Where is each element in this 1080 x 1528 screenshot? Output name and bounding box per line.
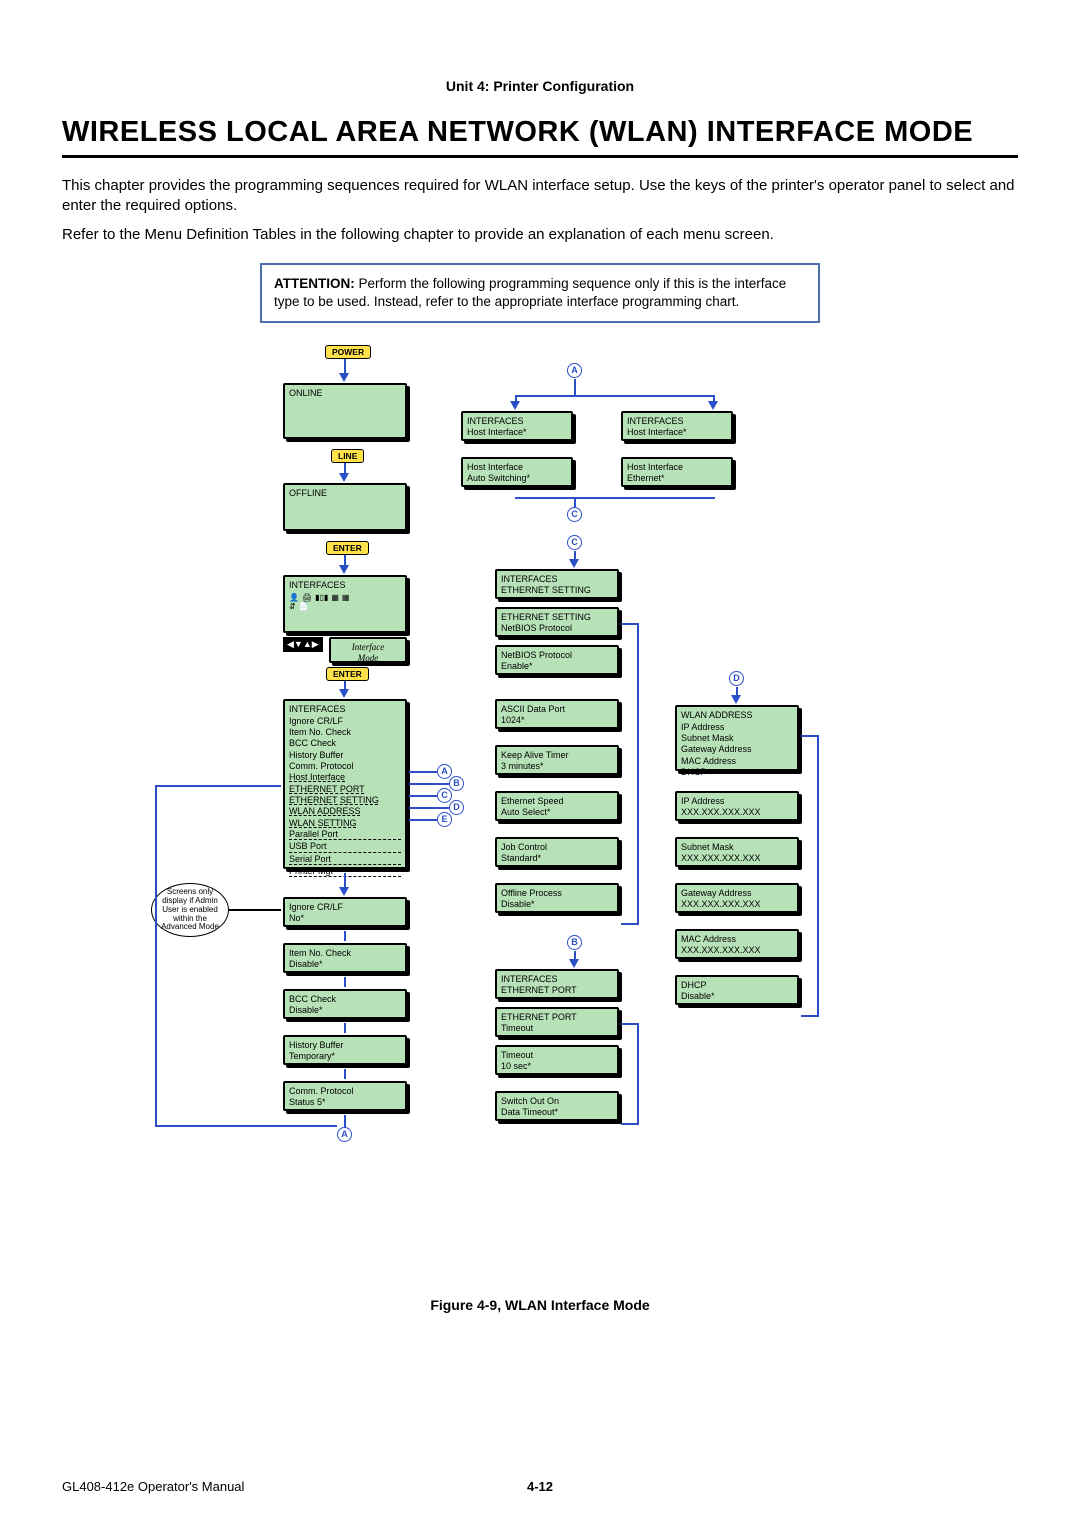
- circle-c-start: C: [567, 535, 582, 550]
- online-screen: ONLINE: [283, 383, 407, 439]
- b-ethport: ETHERNET PORTTimeout: [495, 1007, 619, 1037]
- page-icon: 📄: [299, 602, 309, 611]
- col2r-hostif-eth: Host InterfaceEthernet*: [621, 457, 733, 487]
- bcc-check-screen: BCC CheckDisable*: [283, 989, 407, 1019]
- d-dhcp: DHCPDisable*: [675, 975, 799, 1005]
- c-ascii: ASCII Data Port1024*: [495, 699, 619, 729]
- ignore-crlf-screen: Ignore CR/LFNo*: [283, 897, 407, 927]
- c-netbios: NetBIOS ProtocolEnable*: [495, 645, 619, 675]
- circle-a-ref: A: [437, 764, 452, 779]
- zpl-icon: ▦: [331, 593, 339, 602]
- enter-button-2: ENTER: [326, 667, 369, 681]
- history-buffer-screen: History BufferTemporary*: [283, 1035, 407, 1065]
- circle-b-ref: B: [449, 776, 464, 791]
- item-no-check-screen: Item No. CheckDisable*: [283, 943, 407, 973]
- col2r-interfaces-1: INTERFACESHost Interface*: [621, 411, 733, 441]
- line-button: LINE: [331, 449, 364, 463]
- c-ethsetting: ETHERNET SETTINGNetBIOS Protocol: [495, 607, 619, 637]
- offline-screen: OFFLINE: [283, 483, 407, 531]
- admin-note-oval: Screens only display if Admin User is en…: [151, 883, 229, 937]
- circle-a-top: A: [567, 363, 582, 378]
- power-button: POWER: [325, 345, 371, 359]
- intro-paragraph-2: Refer to the Menu Definition Tables in t…: [62, 225, 1018, 245]
- figure-caption: Figure 4-9, WLAN Interface Mode: [62, 1297, 1018, 1313]
- circle-c-ref: C: [437, 788, 452, 803]
- user-icon: 👤: [289, 593, 299, 602]
- c-jobctl: Job ControlStandard*: [495, 837, 619, 867]
- interface-mode-label: InterfaceMode: [329, 637, 407, 663]
- col2-hostif-auto: Host InterfaceAuto Switching*: [461, 457, 573, 487]
- sbpl-icon: ▦: [342, 593, 350, 602]
- d-subnet: Subnet MaskXXX.XXX.XXX.XXX: [675, 837, 799, 867]
- col2-interfaces-1: INTERFACESHost Interface*: [461, 411, 573, 441]
- circle-c-top: C: [567, 507, 582, 522]
- unit-header: Unit 4: Printer Configuration: [62, 78, 1018, 94]
- interfaces-menu: INTERFACES Ignore CR/LF Item No. Check B…: [283, 699, 407, 869]
- nav-arrows: ◀▼▲▶: [283, 637, 323, 652]
- b-timeout: Timeout10 sec*: [495, 1045, 619, 1075]
- barcode-icon: ▮▯▮: [315, 593, 328, 602]
- b-switchout: Switch Out OnData Timeout*: [495, 1091, 619, 1121]
- intro-paragraph-1: This chapter provides the programming se…: [62, 176, 1018, 217]
- c-keepalive: Keep Alive Timer3 minutes*: [495, 745, 619, 775]
- circle-a-return: A: [337, 1127, 352, 1142]
- d-gateway: Gateway AddressXXX.XXX.XXX.XXX: [675, 883, 799, 913]
- comm-protocol-screen: Comm. ProtocolStatus 5*: [283, 1081, 407, 1111]
- page-title: WIRELESS LOCAL AREA NETWORK (WLAN) INTER…: [62, 116, 1018, 158]
- printer-icon: 🖨: [302, 593, 312, 602]
- circle-d-ref: D: [449, 800, 464, 815]
- flowchart-diagram: POWER ONLINE LINE OFFLINE ENTER INTERFAC…: [115, 345, 965, 1285]
- c-ethspeed: Ethernet SpeedAuto Select*: [495, 791, 619, 821]
- circle-e-ref: E: [437, 812, 452, 827]
- c-interfaces: INTERFACESETHERNET SETTING: [495, 569, 619, 599]
- attention-box: ATTENTION: Perform the following program…: [260, 263, 820, 323]
- d-mac: MAC AddressXXX.XXX.XXX.XXX: [675, 929, 799, 959]
- enter-button-1: ENTER: [326, 541, 369, 555]
- network-icon: ⇵: [289, 602, 296, 611]
- circle-b-start: B: [567, 935, 582, 950]
- footer-manual-name: GL408-412e Operator's Manual: [62, 1479, 244, 1494]
- interfaces-icons-screen: INTERFACES 👤 🖨 ▮▯▮ ▦ ▦ ⇵ 📄: [283, 575, 407, 633]
- b-interfaces: INTERFACESETHERNET PORT: [495, 969, 619, 999]
- d-wlan-address: WLAN ADDRESS IP Address Subnet Mask Gate…: [675, 705, 799, 771]
- d-ip: IP AddressXXX.XXX.XXX.XXX: [675, 791, 799, 821]
- attention-lead: ATTENTION:: [274, 276, 355, 291]
- circle-d-start: D: [729, 671, 744, 686]
- c-offline: Offline ProcessDisable*: [495, 883, 619, 913]
